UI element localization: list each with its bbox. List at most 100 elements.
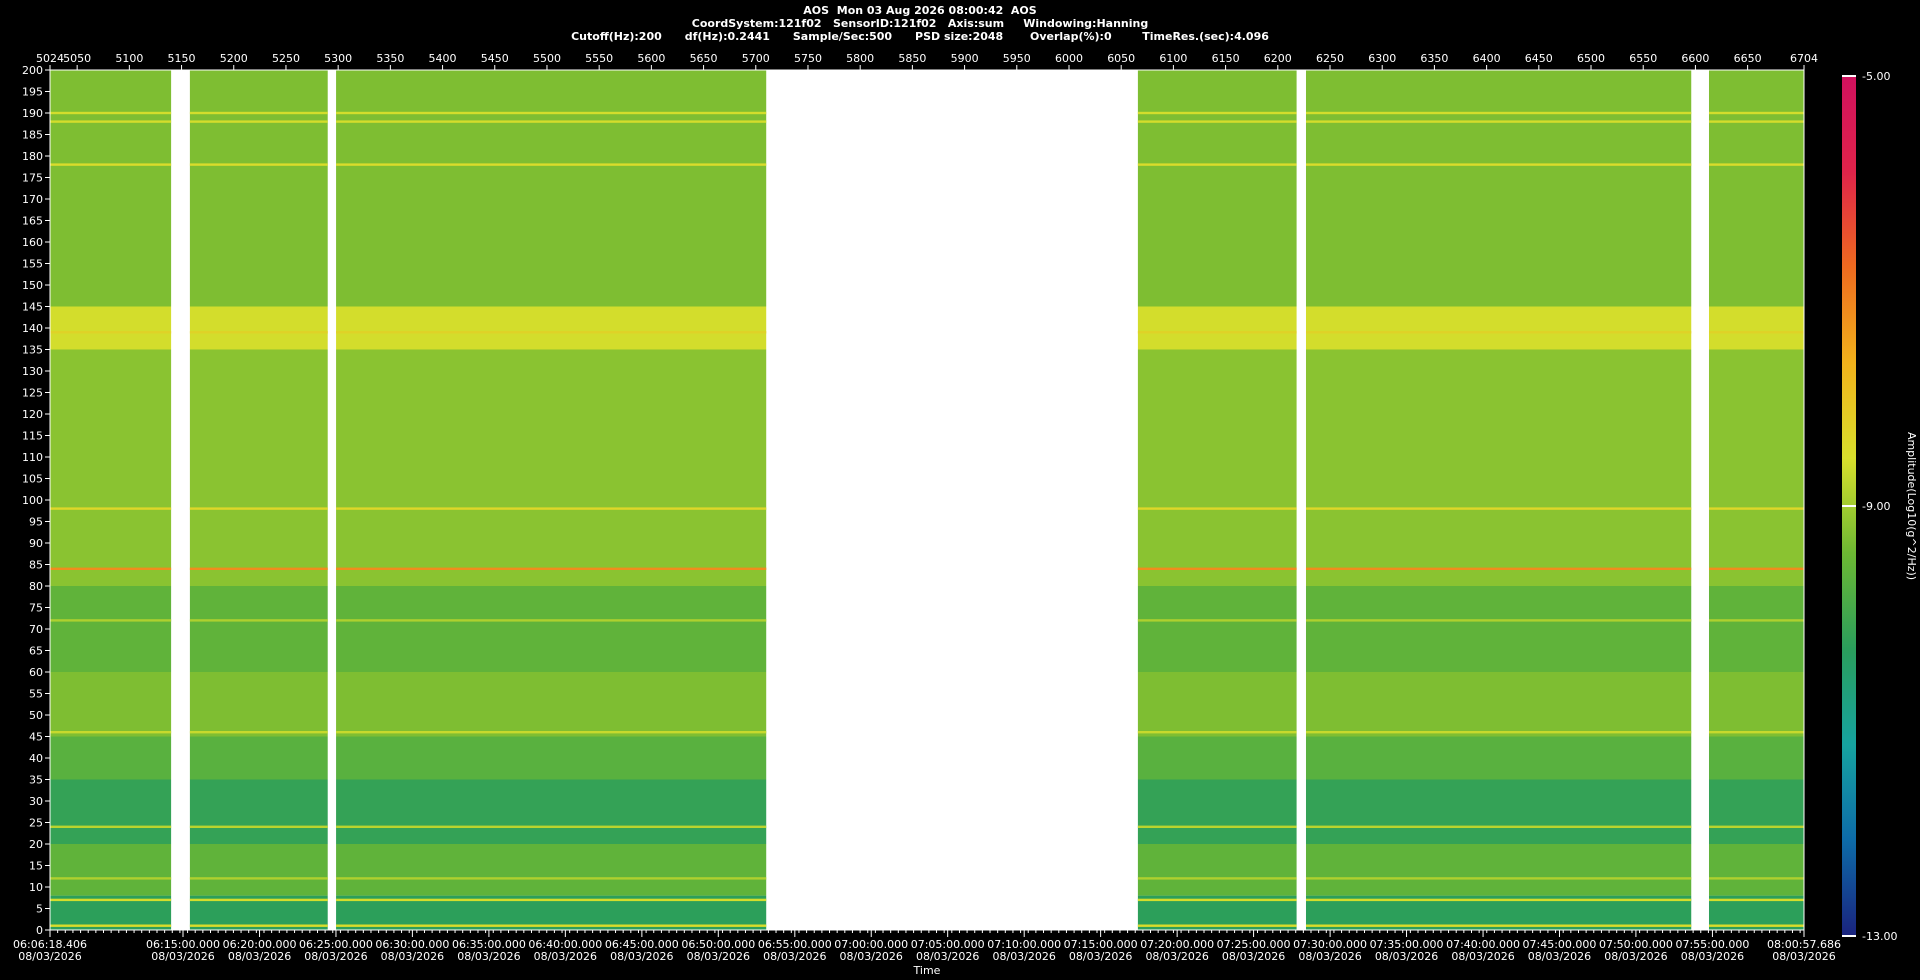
y-tick-label: 65 (29, 645, 43, 658)
spectral-band (189, 70, 328, 307)
spectral-band (1137, 736, 1297, 780)
spectral-band (50, 844, 172, 896)
tonal-line (1137, 331, 1297, 334)
spectral-band (1137, 844, 1297, 896)
tonal-line (336, 163, 767, 166)
spectral-band (50, 779, 172, 844)
tonal-line (1305, 163, 1692, 166)
x-top-tick-label: 5650 (690, 52, 718, 65)
y-tick-label: 195 (22, 86, 43, 99)
x-bottom-tick-date: 08/03/2026 (228, 950, 291, 963)
spectral-band (189, 672, 328, 737)
spectral-band (50, 349, 172, 586)
colorbar-label: Amplitude(Log10(g^2/Hz)) (1905, 432, 1918, 580)
spectral-band (1137, 306, 1297, 350)
y-tick-label: 45 (29, 731, 43, 744)
heatmap-layer (50, 70, 1804, 930)
x-bottom-tick-date: 08/03/2026 (992, 950, 1055, 963)
x-top-tick-label: 5300 (324, 52, 352, 65)
x-bottom-tick-date: 08/03/2026 (1772, 950, 1835, 963)
spectral-band (336, 672, 767, 737)
x-bottom-tick-date: 08/03/2026 (457, 950, 520, 963)
x-top-tick-label: 5950 (1003, 52, 1031, 65)
tonal-line (1137, 877, 1297, 880)
tonal-line (50, 924, 172, 927)
tonal-line (1137, 120, 1297, 123)
tonal-line (1305, 877, 1692, 880)
tonal-line (336, 619, 767, 622)
y-tick-label: 15 (29, 860, 43, 873)
x-top-tick-label: 6650 (1734, 52, 1762, 65)
x-bottom-tick-date: 08/03/2026 (610, 950, 673, 963)
y-tick-label: 130 (22, 365, 43, 378)
x-bottom-tick-date: 08/03/2026 (763, 950, 826, 963)
tonal-line (336, 111, 767, 115)
spectral-band (336, 70, 767, 307)
x-top-tick-label: 5100 (115, 52, 143, 65)
x-top-tick-label: 6150 (1212, 52, 1240, 65)
x-top-tick-label: 6300 (1368, 52, 1396, 65)
tonal-line (1708, 731, 1804, 734)
x-top-tick-label: 6600 (1681, 52, 1709, 65)
x-top-tick-label: 5150 (168, 52, 196, 65)
tonal-line (1708, 111, 1804, 115)
tonal-line (189, 877, 328, 880)
x-bottom-tick-date: 08/03/2026 (1298, 950, 1361, 963)
y-tick-label: 120 (22, 408, 43, 421)
spectral-band (336, 586, 767, 672)
x-top-tick-label: 5800 (846, 52, 874, 65)
tonal-line (50, 120, 172, 123)
spectral-band (1137, 349, 1297, 586)
tonal-line (1708, 331, 1804, 334)
spectral-band (1708, 70, 1804, 307)
y-tick-label: 55 (29, 688, 43, 701)
tonal-line (336, 898, 767, 902)
x-top-tick-label: 6050 (1107, 52, 1135, 65)
tonal-line (50, 825, 172, 828)
x-bottom-tick-date: 08/03/2026 (1375, 950, 1438, 963)
tonal-line (189, 924, 328, 927)
x-top-tick-label: 5250 (272, 52, 300, 65)
y-tick-label: 175 (22, 172, 43, 185)
tonal-line (1305, 924, 1692, 927)
tonal-line (1708, 120, 1804, 123)
spectral-band (189, 844, 328, 896)
x-top-tick-label: 6350 (1420, 52, 1448, 65)
tonal-line (1137, 567, 1297, 570)
spectral-band (1137, 586, 1297, 672)
spectral-band (1305, 349, 1692, 586)
tonal-line (189, 731, 328, 734)
x-top-axis: 5024 5050 5100 5150 5200 5250 5300 5350 5400 5450… (36, 52, 1818, 70)
tonal-line (336, 331, 767, 334)
x-top-tick-label: 6400 (1473, 52, 1501, 65)
spectral-band (50, 586, 172, 672)
x-bottom-tick-date: 08/03/2026 (1069, 950, 1132, 963)
tonal-line (50, 567, 172, 570)
spectral-band (1305, 779, 1692, 844)
y-axis: 0 5 10 15 20 25 30 35 40 45 50 55 60 65 70 75 80 85 90 95 10… (22, 64, 50, 937)
x-bottom-tick-date: 08/03/2026 (1528, 950, 1591, 963)
tonal-line (50, 731, 172, 734)
spectral-band (1305, 70, 1692, 307)
x-bottom-tick-date: 08/03/2026 (687, 950, 750, 963)
tonal-line (336, 731, 767, 734)
x-top-tick-label: 5050 (63, 52, 91, 65)
tonal-line (336, 877, 767, 880)
x-top-tick-label: 5500 (533, 52, 561, 65)
spectral-band (1708, 736, 1804, 780)
tonal-line (1708, 163, 1804, 166)
spectral-band (336, 779, 767, 844)
tonal-line (189, 507, 328, 510)
tonal-line (189, 120, 328, 123)
data-segment (1708, 70, 1804, 930)
y-tick-label: 155 (22, 258, 43, 271)
y-tick-label: 10 (29, 881, 43, 894)
tonal-line (189, 567, 328, 570)
y-tick-label: 150 (22, 279, 43, 292)
tonal-line (1305, 619, 1692, 622)
tonal-line (1305, 111, 1692, 115)
spectral-band (189, 586, 328, 672)
x-top-tick-label: 6200 (1264, 52, 1292, 65)
y-tick-label: 125 (22, 387, 43, 400)
x-bottom-tick-date: 08/03/2026 (381, 950, 444, 963)
